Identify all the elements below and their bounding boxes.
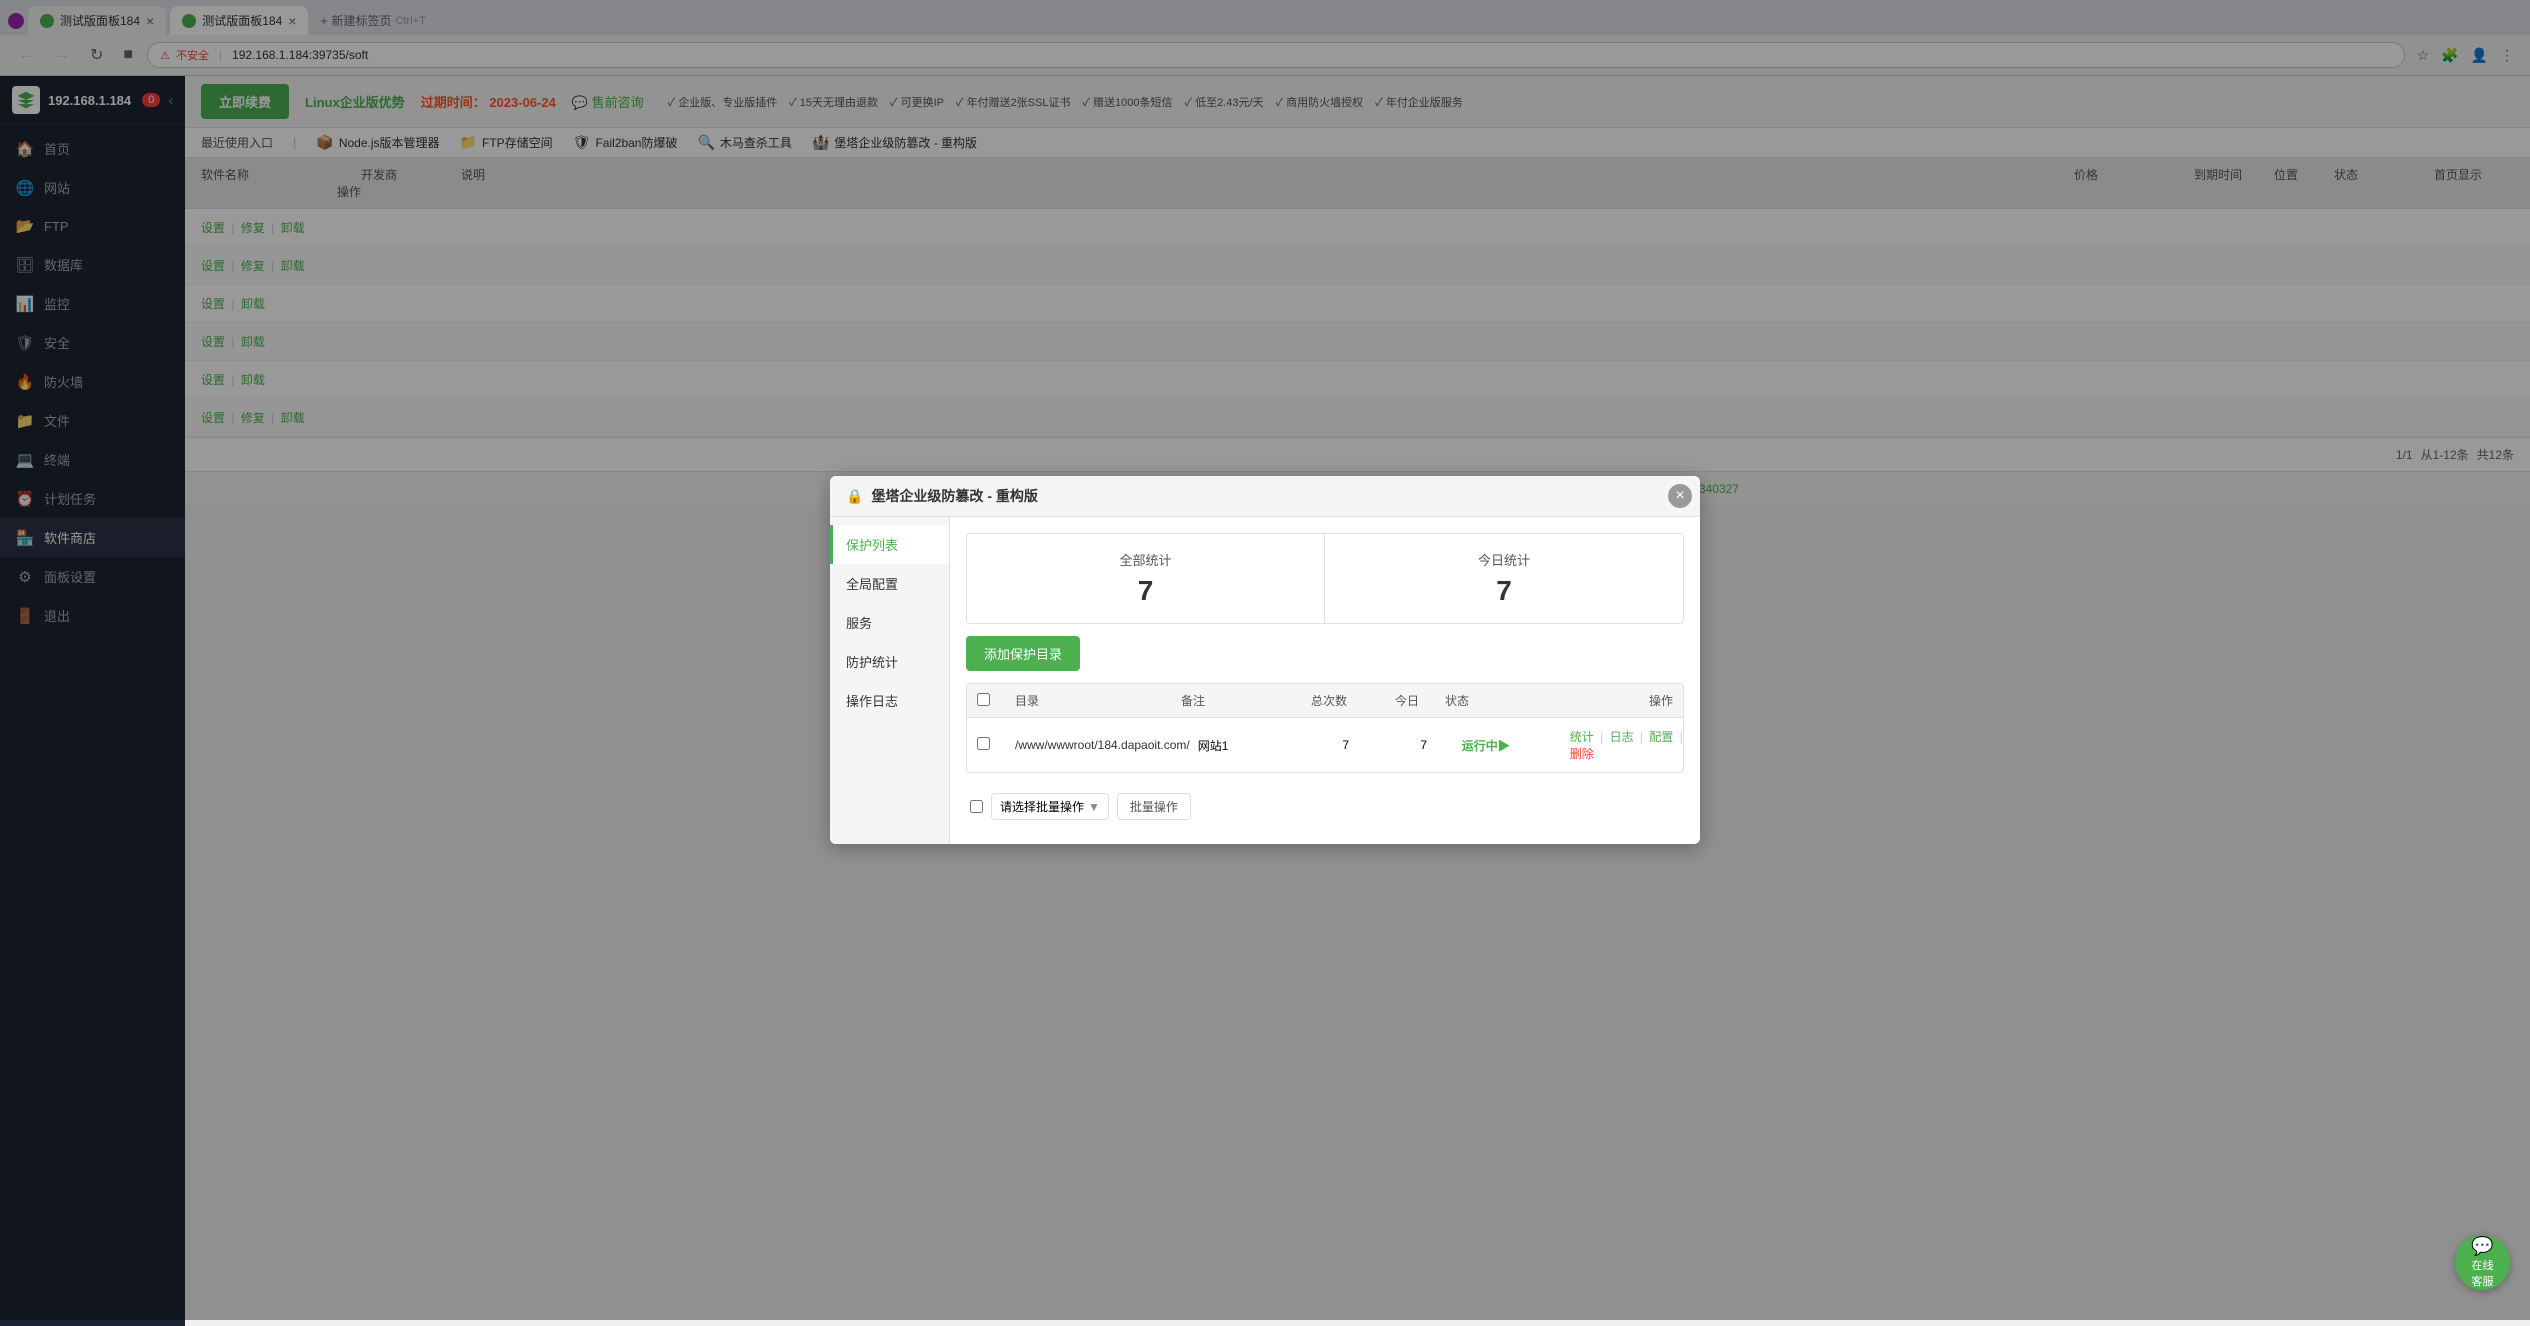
modal-lock-icon: 🔒: [846, 488, 863, 505]
protection-table-header: 目录 备注 总次数 今日 状态 操作: [967, 684, 1683, 718]
prot-status: 运行中▶: [1462, 737, 1562, 754]
modal-sidebar-nav: 保护列表 全局配置 服务 防护统计 操作日志: [830, 517, 950, 844]
stat-total-value: 7: [983, 575, 1308, 607]
modal-header: 🔒 堡塔企业级防篡改 - 重构版 ×: [830, 476, 1700, 517]
modal-nav-protection-list[interactable]: 保护列表: [830, 525, 949, 564]
stats-row: 全部统计 7 今日统计 7: [966, 533, 1684, 624]
col-status: 状态: [1445, 692, 1545, 709]
modal-nav-global-config[interactable]: 全局配置: [830, 564, 949, 603]
protection-table-row: /www/wwwroot/184.dapaoit.com/ 网站1 7 7 运行…: [967, 718, 1683, 772]
stat-today-label: 今日统计: [1341, 550, 1667, 569]
prot-directory: /www/wwwroot/184.dapaoit.com/: [1015, 738, 1190, 752]
row-checkbox[interactable]: [977, 737, 990, 750]
modal-nav-service[interactable]: 服务: [830, 603, 949, 642]
modal-title: 堡塔企业级防篡改 - 重构版: [871, 486, 1037, 506]
action-config[interactable]: 配置: [1649, 730, 1673, 744]
action-stats[interactable]: 统计: [1570, 730, 1594, 744]
action-delete[interactable]: 删除: [1570, 747, 1594, 761]
batch-operations-row: 请选择批量操作 ▼ 批量操作: [966, 785, 1684, 828]
batch-execute-button[interactable]: 批量操作: [1117, 793, 1191, 820]
batch-select-dropdown[interactable]: 请选择批量操作 ▼: [991, 793, 1109, 820]
col-today: 今日: [1377, 692, 1437, 709]
chat-icon: 💬: [2471, 1236, 2493, 1257]
prot-total: 7: [1306, 738, 1386, 752]
stat-today-value: 7: [1341, 575, 1667, 607]
modal-close-button[interactable]: ×: [1668, 484, 1692, 508]
stat-total-label: 全部统计: [983, 550, 1308, 569]
prot-note: 网站1: [1198, 737, 1298, 754]
modal-nav-protection-stats[interactable]: 防护统计: [830, 642, 949, 681]
add-protection-dir-button[interactable]: 添加保护目录: [966, 636, 1080, 671]
stat-total: 全部统计 7: [967, 534, 1325, 623]
tamper-proof-modal: 🔒 堡塔企业级防篡改 - 重构版 × 保护列表 全局配置 服务 防护统计: [830, 476, 1700, 844]
col-ops: 操作: [1553, 692, 1673, 709]
modal-main-content: 全部统计 7 今日统计 7 添加保护目录 目录 备注: [950, 517, 1700, 844]
prot-today: 7: [1394, 738, 1454, 752]
stat-today: 今日统计 7: [1325, 534, 1683, 623]
modal-nav-operation-log[interactable]: 操作日志: [830, 681, 949, 720]
batch-select-all-checkbox[interactable]: [970, 800, 983, 813]
batch-select-placeholder: 请选择批量操作: [1000, 798, 1084, 815]
online-chat-button[interactable]: 💬 在线 客服: [2455, 1235, 2510, 1290]
protection-table: 目录 备注 总次数 今日 状态 操作 /www/wwwroot/184.dapa…: [966, 683, 1684, 773]
chevron-down-icon: ▼: [1088, 800, 1100, 814]
col-note: 备注: [1181, 692, 1281, 709]
action-log[interactable]: 日志: [1610, 730, 1634, 744]
select-all-checkbox[interactable]: [977, 693, 990, 706]
modal-body: 保护列表 全局配置 服务 防护统计 操作日志: [830, 517, 1700, 844]
online-chat-line1: 在线: [2472, 1257, 2494, 1273]
online-chat-line2: 客服: [2472, 1273, 2494, 1289]
modal-overlay[interactable]: 🔒 堡塔企业级防篡改 - 重构版 × 保护列表 全局配置 服务 防护统计: [0, 0, 2530, 1320]
col-total: 总次数: [1289, 692, 1369, 709]
prot-row-actions: 统计 | 日志 | 配置 | 删除: [1570, 728, 1684, 762]
col-dir: 目录: [1015, 692, 1173, 709]
